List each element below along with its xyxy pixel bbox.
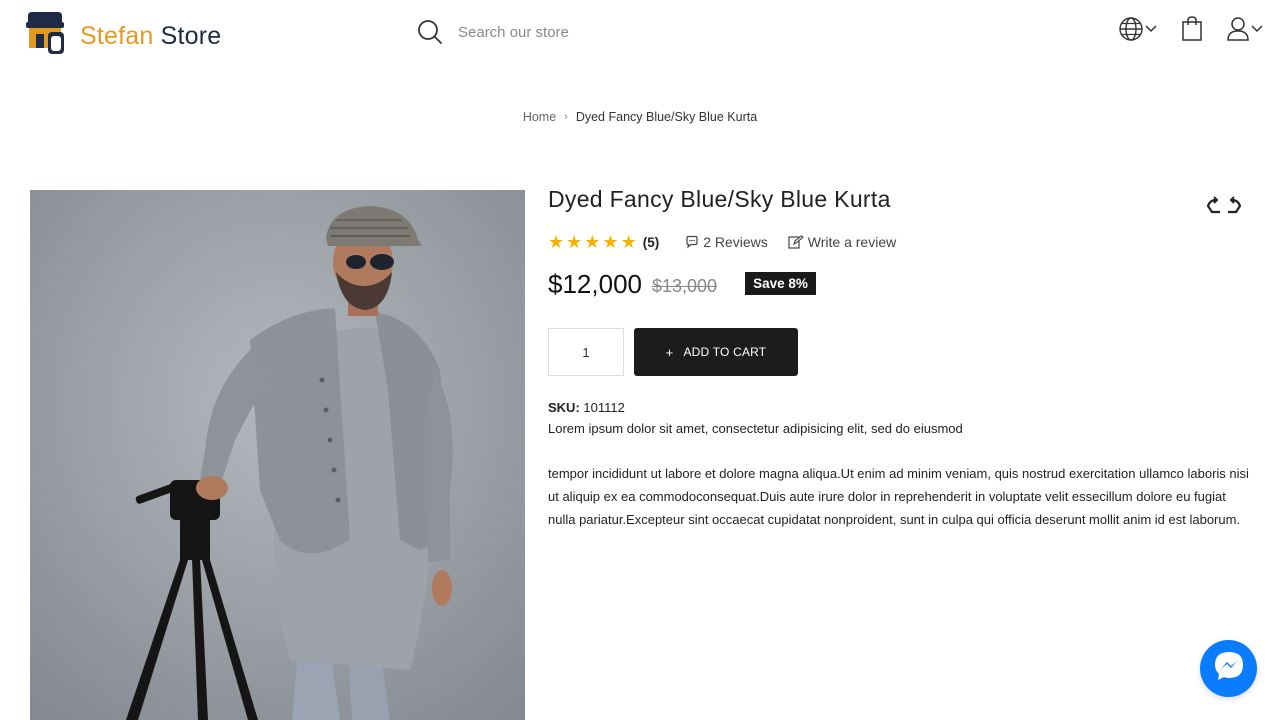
save-badge: Save 8% — [745, 272, 816, 295]
store-logo[interactable]: Stefan Store — [24, 10, 221, 58]
language-selector[interactable] — [1118, 16, 1158, 42]
star-icon: ★ — [548, 232, 565, 252]
star-icon: ★ — [620, 232, 637, 252]
header-actions — [1118, 16, 1264, 42]
bag-icon — [1180, 16, 1204, 42]
store-name-part1: Stefan — [80, 21, 154, 50]
comment-icon — [686, 235, 698, 249]
plus-icon: + — [665, 344, 674, 360]
product-price: $12,000 — [548, 269, 642, 299]
chevron-down-icon — [1250, 24, 1264, 34]
messenger-chat-button[interactable] — [1200, 640, 1257, 697]
cart-button[interactable] — [1180, 16, 1204, 42]
search-input[interactable] — [458, 23, 818, 41]
star-icon: ★ — [584, 232, 601, 252]
product-title: Dyed Fancy Blue/Sky Blue Kurta — [548, 186, 891, 212]
globe-icon — [1118, 16, 1144, 42]
user-icon — [1226, 16, 1250, 42]
write-review-link[interactable]: Write a review — [788, 234, 896, 250]
sku-label: SKU: — [548, 400, 580, 415]
share-icon[interactable] — [1206, 194, 1242, 223]
store-logo-icon — [24, 10, 68, 58]
account-menu[interactable] — [1226, 16, 1264, 42]
reviews-link-label: 2 Reviews — [703, 234, 768, 250]
breadcrumb: Home › Dyed Fancy Blue/Sky Blue Kurta — [0, 110, 1280, 124]
product-image[interactable] — [30, 190, 525, 720]
product-info: Dyed Fancy Blue/Sky Blue Kurta ★ ★ ★ ★ ★… — [548, 186, 1249, 531]
compare-at-price: $13,000 — [651, 276, 718, 296]
product-photo — [30, 190, 525, 720]
rating-count: (5) — [642, 234, 660, 250]
breadcrumb-current: Dyed Fancy Blue/Sky Blue Kurta — [575, 110, 758, 124]
store-name: Stefan Store — [80, 21, 222, 50]
product-description-line1: Lorem ipsum dolor sit amet, consectetur … — [548, 421, 963, 436]
star-icon: ★ — [566, 232, 583, 252]
price-row: $12,000 $13,000 Save 8% — [548, 269, 1248, 300]
store-name-part2: Store — [160, 21, 222, 50]
sku-line: SKU: 101112 — [548, 400, 1248, 415]
star-rating[interactable]: ★ ★ ★ ★ ★ — [548, 233, 637, 251]
add-to-cart-label: ADD TO CART — [683, 345, 767, 359]
edit-icon — [788, 235, 804, 249]
search-icon[interactable] — [416, 18, 444, 46]
product-description-paragraph: tempor incididunt ut labore et dolore ma… — [548, 466, 1249, 527]
breadcrumb-home-link[interactable]: Home — [523, 110, 556, 124]
messenger-icon — [1212, 649, 1246, 688]
add-to-cart-row: + ADD TO CART — [548, 328, 1248, 376]
breadcrumb-separator: › — [564, 111, 568, 123]
rating-row: ★ ★ ★ ★ ★ (5) 2 Reviews Write a review — [548, 233, 1248, 251]
reviews-link[interactable]: 2 Reviews — [685, 234, 768, 250]
write-review-label: Write a review — [807, 234, 897, 250]
site-header: Stefan Store — [0, 0, 1280, 70]
add-to-cart-button[interactable]: + ADD TO CART — [634, 328, 798, 376]
chevron-down-icon — [1144, 24, 1158, 34]
star-icon: ★ — [602, 232, 619, 252]
sku-value: 101112 — [583, 400, 625, 415]
search-bar — [416, 17, 836, 47]
quantity-input[interactable] — [548, 328, 624, 376]
